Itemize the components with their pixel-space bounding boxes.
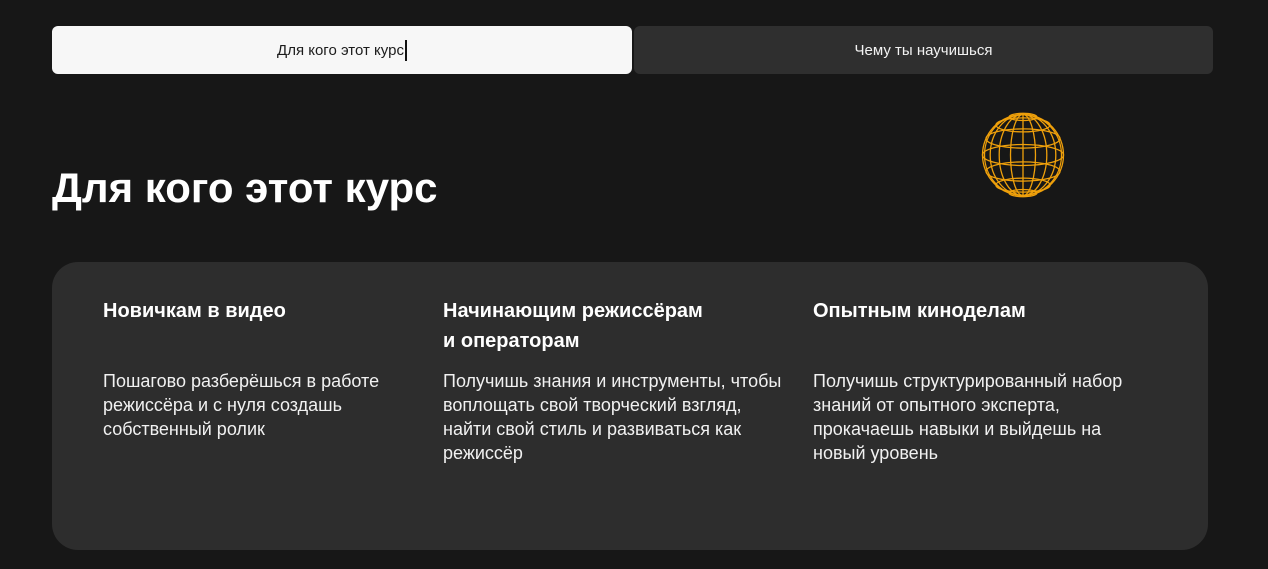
tab-what-you-learn-label: Чему ты научишься <box>855 42 993 59</box>
course-section-tabs: Для кого этот курс Чему ты научишься <box>52 26 1213 74</box>
audience-col-description: Пошагово разберёшься в работе режиссёра … <box>103 369 413 441</box>
page-title: Для кого этот курс <box>52 166 438 210</box>
audience-col-title: Опытным киноделам <box>813 296 1133 356</box>
audience-col-beginners-video: Новичкам в видео Пошагово разберёшься в … <box>103 296 413 465</box>
text-cursor-caret <box>405 40 407 61</box>
tab-for-whom[interactable]: Для кого этот курс <box>52 26 632 74</box>
audience-col-title: Новичкам в видео <box>103 296 413 356</box>
audience-col-description: Получишь знания и инструменты, чтобы воп… <box>443 369 783 465</box>
audience-col-novice-directors: Начинающим режиссёрам и операторам Получ… <box>443 296 783 465</box>
globe-wireframe-icon <box>980 112 1066 198</box>
audience-card: Новичкам в видео Пошагово разберёшься в … <box>52 262 1208 550</box>
tab-for-whom-label: Для кого этот курс <box>277 42 404 59</box>
audience-col-experienced-filmmakers: Опытным киноделам Получишь структурирова… <box>813 296 1133 465</box>
audience-col-description: Получишь структурированный набор знаний … <box>813 369 1133 465</box>
audience-col-title: Начинающим режиссёрам и операторам <box>443 296 783 356</box>
tab-what-you-learn[interactable]: Чему ты научишься <box>634 26 1213 74</box>
audience-grid: Новичкам в видео Пошагово разберёшься в … <box>103 296 1163 465</box>
